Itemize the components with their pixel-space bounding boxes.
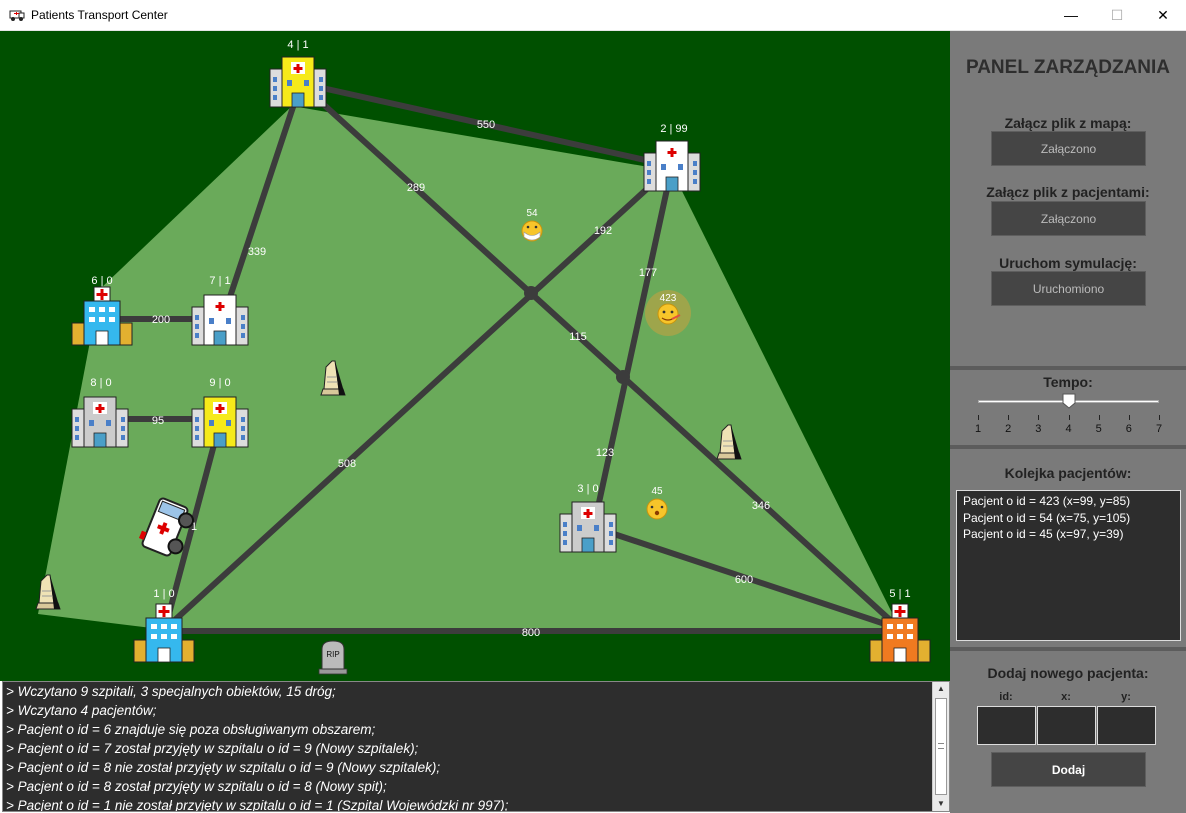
tempo-tick xyxy=(1068,415,1070,420)
panel-title: PANEL ZARZĄDZANIA xyxy=(965,57,1171,78)
scroll-down-icon[interactable]: ▼ xyxy=(933,797,949,811)
map-file-label: Załącz plik z mapą: xyxy=(1004,115,1132,131)
log-line: > Pacjent o id = 1 nie został przyjęty w… xyxy=(6,798,509,811)
close-icon: ✕ xyxy=(1157,6,1169,23)
tempo-tick xyxy=(1098,415,1100,420)
road-label: 346 xyxy=(752,500,770,512)
ambulance-app-icon xyxy=(9,10,25,21)
road-label: 177 xyxy=(639,267,657,279)
log-line: > Pacjent o id = 7 został przyjęty w szp… xyxy=(6,741,419,756)
road-label: 339 xyxy=(248,246,266,258)
divider xyxy=(950,366,1186,370)
hospital-label: 9 | 0 xyxy=(209,377,230,389)
hospital-2 xyxy=(643,140,701,192)
add-patient-label: Dodaj nowego pacjenta: xyxy=(987,665,1149,681)
hospital-4 xyxy=(269,56,327,108)
maximize-button[interactable]: ☐ xyxy=(1094,0,1140,30)
minimize-icon: — xyxy=(1064,7,1078,23)
simulation-button[interactable]: Uruchomiono xyxy=(991,271,1146,306)
log-console[interactable]: > Wczytano 9 szpitali, 3 specjalnych obi… xyxy=(2,681,950,812)
id-field[interactable] xyxy=(977,706,1036,745)
road-label: 508 xyxy=(338,458,356,470)
hospital-label: 5 | 1 xyxy=(889,588,910,600)
log-line: > Pacjent o id = 6 znajduje się poza obs… xyxy=(6,722,376,737)
road-label: 123 xyxy=(596,447,614,459)
patient-label: 423 xyxy=(660,293,677,304)
hospital-label: 6 | 0 xyxy=(91,275,112,287)
hospital-label: 7 | 1 xyxy=(209,275,230,287)
map-canvas[interactable]: 550 289 192 339 177 200 115 95 123 508 1… xyxy=(0,31,950,681)
road-label: 550 xyxy=(477,119,495,131)
hospital-label: 4 | 1 xyxy=(287,39,308,51)
log-lines: > Wczytano 9 szpitali, 3 specjalnych obi… xyxy=(6,682,931,811)
queue-item[interactable]: Pacjent o id = 423 (x=99, y=85) xyxy=(963,493,1174,510)
queue-item[interactable]: Pacjent o id = 54 (x=75, y=105) xyxy=(963,510,1174,527)
road-label: 289 xyxy=(407,182,425,194)
junction-node xyxy=(524,286,538,300)
title-bar: Patients Transport Center — ☐ ✕ xyxy=(0,0,1186,31)
road-label: 800 xyxy=(522,627,540,639)
id-label: id: xyxy=(999,691,1013,703)
hospital-label: 2 | 99 xyxy=(660,123,687,135)
grip-icon xyxy=(938,743,944,749)
junction-node xyxy=(616,370,630,384)
tempo-tick xyxy=(1159,415,1160,420)
divider xyxy=(950,445,1186,449)
tempo-tick xyxy=(1008,415,1010,420)
patient-423: 423 xyxy=(645,290,691,336)
log-line: > Pacjent o id = 8 został przyjęty w szp… xyxy=(6,779,387,794)
hospital-label: 3 | 0 xyxy=(577,483,598,495)
patients-file-label: Załącz plik z pacjentami: xyxy=(986,184,1150,200)
patient-label: 54 xyxy=(526,208,538,219)
x-label: x: xyxy=(1061,691,1071,703)
queue-label: Kolejka pacjentów: xyxy=(1004,465,1132,481)
x-field[interactable] xyxy=(1037,706,1096,745)
divider xyxy=(950,647,1186,651)
patient-label: 45 xyxy=(651,486,663,497)
log-line: > Wczytano 9 szpitali, 3 specjalnych obi… xyxy=(6,684,336,699)
tempo-tick xyxy=(1038,415,1040,420)
queue-item[interactable]: Pacjent o id = 45 (x=97, y=39) xyxy=(963,526,1174,543)
maximize-icon: ☐ xyxy=(1110,6,1124,23)
console-scrollbar[interactable]: ▲ ▼ xyxy=(932,682,949,811)
tempo-label: Tempo: xyxy=(1043,374,1093,390)
scroll-up-icon[interactable]: ▲ xyxy=(933,682,949,696)
tempo-tick-label: 5 xyxy=(1095,423,1102,435)
tombstone-icon: RIP xyxy=(318,640,348,675)
hospital-label: 1 | 0 xyxy=(153,588,174,600)
road-label: 115 xyxy=(569,331,587,343)
close-button[interactable]: ✕ xyxy=(1140,0,1186,30)
control-panel: PANEL ZARZĄDZANIA Załącz plik z mapą: Za… xyxy=(950,31,1186,813)
tempo-tick-label: 1 xyxy=(974,423,982,435)
log-line: > Pacjent o id = 8 nie został przyjęty w… xyxy=(6,760,441,775)
y-field[interactable] xyxy=(1097,706,1156,745)
minimize-button[interactable]: — xyxy=(1048,0,1094,30)
add-patient-button[interactable]: Dodaj xyxy=(991,752,1146,787)
tempo-tick-label: 2 xyxy=(1005,423,1012,435)
log-line: > Wczytano 4 pacjentów; xyxy=(6,703,157,718)
tempo-tick-label: 3 xyxy=(1035,423,1042,435)
tempo-tick-label: 6 xyxy=(1125,423,1132,435)
patient-queue-list[interactable]: Pacjent o id = 423 (x=99, y=85) Pacjent o… xyxy=(956,490,1181,641)
tombstone-label: RIP xyxy=(326,650,339,659)
road-label: 200 xyxy=(152,314,170,326)
map-file-button[interactable]: Załączono xyxy=(991,131,1146,166)
tempo-tick xyxy=(978,415,979,420)
tempo-tick-label: 7 xyxy=(1155,423,1163,435)
tempo-tick-label: 4 xyxy=(1065,423,1072,435)
tempo-slider-thumb[interactable] xyxy=(1062,393,1076,409)
tempo-tick xyxy=(1128,415,1130,420)
patients-file-button[interactable]: Załączono xyxy=(991,201,1146,236)
scrollbar-thumb[interactable] xyxy=(935,698,947,795)
road-label: 600 xyxy=(735,574,753,586)
hospital-label: 8 | 0 xyxy=(90,377,111,389)
window-title: Patients Transport Center xyxy=(31,8,168,22)
y-label: y: xyxy=(1121,691,1131,703)
road-label: 192 xyxy=(594,225,612,237)
simulation-label: Uruchom symulację: xyxy=(999,255,1137,271)
road-label: 95 xyxy=(152,415,164,427)
